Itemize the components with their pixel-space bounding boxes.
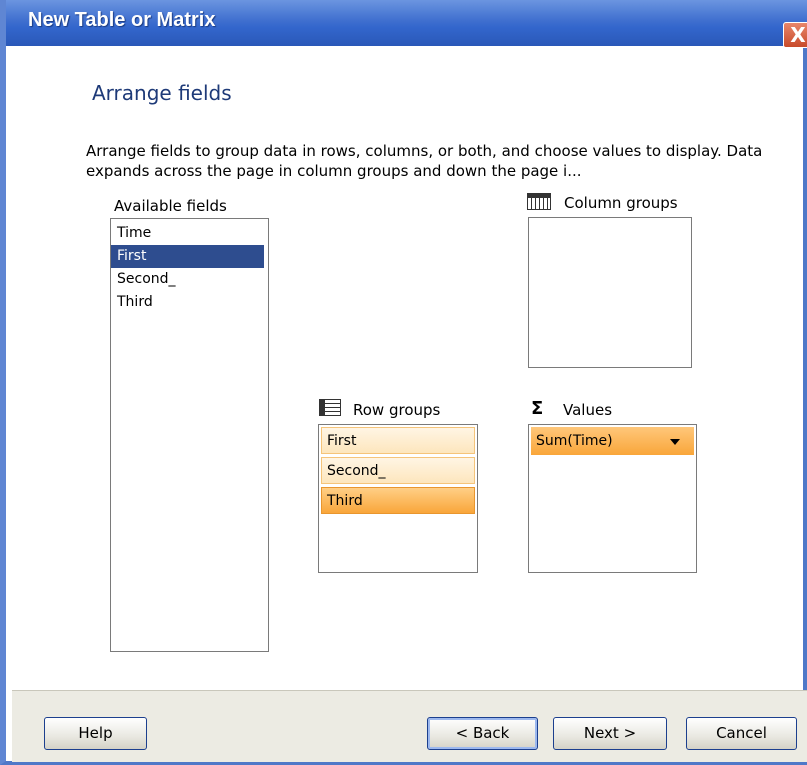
sigma-icon: Σ	[531, 398, 544, 419]
column-groups-label: Column groups	[564, 194, 678, 212]
window-title: New Table or Matrix	[28, 9, 216, 31]
back-button[interactable]: < Back	[427, 717, 538, 750]
value-sum-time-label: Sum(Time)	[536, 433, 613, 449]
title-bar: New Table or Matrix	[6, 0, 807, 46]
next-button[interactable]: Next >	[553, 717, 667, 750]
values-list[interactable]: Sum(Time)	[528, 424, 697, 573]
close-icon: X	[790, 23, 806, 47]
column-groups-list[interactable]	[528, 217, 692, 368]
help-button[interactable]: Help	[44, 717, 147, 750]
values-label: Values	[563, 401, 613, 419]
new-table-or-matrix-dialog: New Table or Matrix X Arrange fields Arr…	[0, 0, 807, 765]
available-fields-label: Available fields	[114, 197, 227, 215]
available-field-third[interactable]: Third	[111, 291, 268, 314]
row-group-first[interactable]: First	[321, 427, 475, 454]
available-field-first[interactable]: First	[111, 245, 264, 268]
page-heading: Arrange fields	[92, 81, 232, 105]
column-groups-icon	[527, 193, 551, 210]
close-button[interactable]: X	[783, 22, 807, 48]
cancel-button[interactable]: Cancel	[686, 717, 797, 750]
available-field-second[interactable]: Second_	[111, 268, 268, 291]
row-groups-list[interactable]: First Second_ Third	[318, 424, 478, 573]
value-sum-time[interactable]: Sum(Time)	[531, 427, 694, 455]
chevron-down-icon[interactable]	[670, 439, 680, 445]
row-group-second[interactable]: Second_	[321, 457, 475, 484]
available-field-time[interactable]: Time	[111, 222, 268, 245]
row-groups-label: Row groups	[353, 401, 441, 419]
row-group-third[interactable]: Third	[321, 487, 475, 514]
available-fields-list[interactable]: Time First Second_ Third	[110, 218, 269, 652]
row-groups-icon	[319, 399, 341, 416]
page-description: Arrange fields to group data in rows, co…	[86, 142, 763, 180]
